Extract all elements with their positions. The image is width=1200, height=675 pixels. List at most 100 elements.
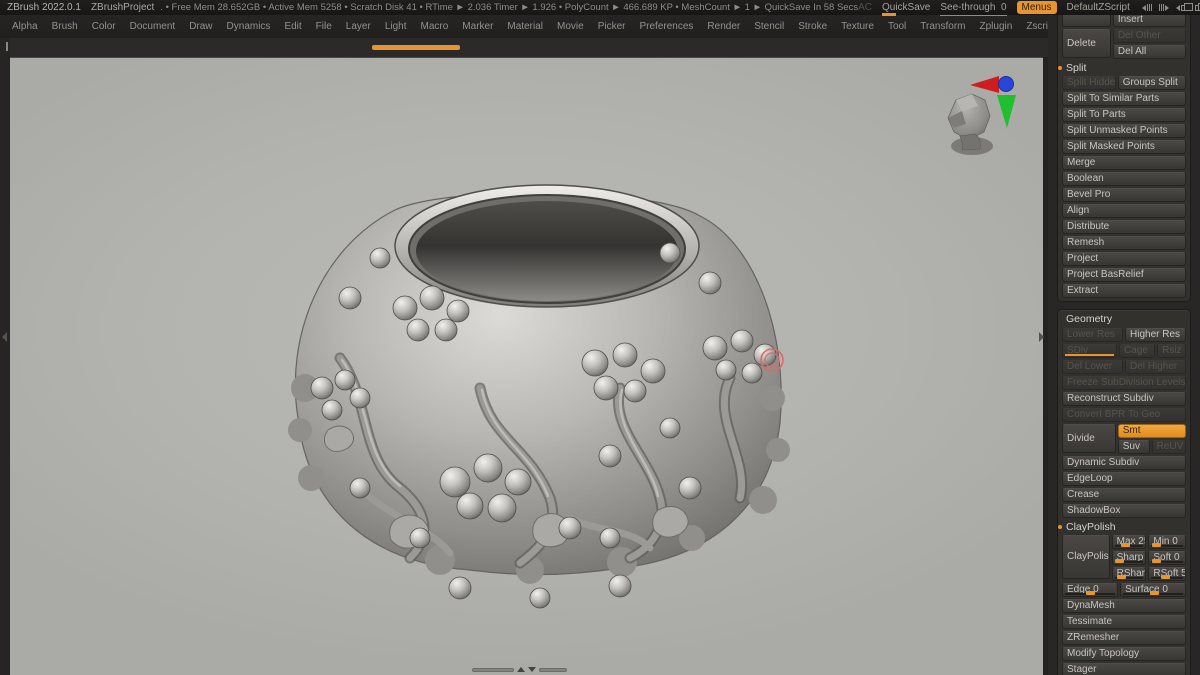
menu-item[interactable]: File — [316, 21, 332, 32]
claypolish-max-slider[interactable]: Max 25 — [1111, 535, 1147, 549]
claypolish-button[interactable]: ClayPolish — [1062, 535, 1110, 579]
geometry-section-item[interactable]: EdgeLoop — [1062, 472, 1186, 486]
menu-item[interactable]: Render — [707, 21, 740, 32]
lower-res-button: Lower Res — [1062, 328, 1123, 342]
subtool-section-item[interactable]: Project — [1062, 252, 1186, 266]
del-all-button[interactable]: Del All — [1112, 45, 1186, 59]
subtool-section-item[interactable]: Distribute — [1062, 220, 1186, 234]
default-zscript-button[interactable]: DefaultZScript — [1067, 2, 1130, 13]
geometry-palette: Geometry Lower Res Higher Res SDiv Cage … — [1057, 309, 1191, 675]
menu-item[interactable]: Draw — [189, 21, 212, 32]
menubar: Alpha Brush Color Document Draw Dynamics Edit F… — [0, 15, 1091, 38]
right-tray-toggle-icon[interactable] — [1039, 332, 1044, 342]
menu-item[interactable]: Color — [92, 21, 116, 32]
divider-up-icon[interactable] — [517, 667, 525, 672]
claypolish-section-header[interactable]: ClayPolish — [1058, 520, 1186, 533]
menus-toggle-button[interactable]: Menus — [1016, 1, 1057, 14]
delete-button[interactable]: Delete — [1062, 29, 1111, 58]
menu-item[interactable]: Movie — [557, 21, 584, 32]
reconstruct-subdiv-button[interactable]: Reconstruct Subdiv — [1062, 392, 1186, 406]
subtool-section-item[interactable]: Merge — [1062, 156, 1186, 170]
geometry-section-item[interactable]: ZRemesher — [1062, 631, 1186, 645]
geometry-section-item[interactable]: DynaMesh — [1062, 599, 1186, 613]
menu-item[interactable]: Macro — [421, 21, 449, 32]
claypolish-rsharp-slider[interactable]: RSharp — [1111, 567, 1147, 581]
subtool-section-item[interactable]: Extract — [1062, 284, 1186, 298]
divider-left-handle[interactable] — [472, 667, 514, 672]
menu-item[interactable]: Transform — [920, 21, 965, 32]
subtool-section-item[interactable]: Bevel Pro — [1062, 188, 1186, 202]
subtool-palette: Insert Delete Del Other Del All Split Sp… — [1057, 15, 1191, 302]
menu-item[interactable]: Document — [130, 21, 176, 32]
menu-item[interactable]: Picker — [598, 21, 626, 32]
claypolish-rsoft-slider[interactable]: RSoft 5 — [1148, 567, 1186, 581]
suv-toggle[interactable]: Suv — [1117, 440, 1150, 454]
menu-item[interactable]: Marker — [462, 21, 493, 32]
divider-down-icon[interactable] — [528, 667, 536, 672]
undo-history-icon[interactable] — [1141, 4, 1152, 11]
divider-right-handle[interactable] — [539, 667, 567, 672]
menu-item[interactable]: Zplugin — [980, 21, 1013, 32]
divide-button[interactable]: Divide — [1062, 424, 1116, 453]
freeze-subdivision-button: Freeze SubDivision Levels — [1062, 376, 1186, 390]
smt-toggle[interactable]: Smt — [1117, 424, 1186, 438]
del-higher-button: Del Higher — [1125, 360, 1186, 374]
edge-slider[interactable]: Edge 0 — [1062, 583, 1119, 597]
menu-item[interactable]: Light — [385, 21, 407, 32]
copy-next-icon[interactable] — [1194, 2, 1200, 11]
see-through-slider[interactable]: See-through 0 — [940, 2, 1007, 16]
left-tray-handle[interactable] — [6, 42, 8, 51]
left-tray-toggle-icon[interactable] — [2, 332, 7, 342]
geometry-header[interactable]: Geometry — [1062, 313, 1186, 326]
groups-split-button[interactable]: Groups Split — [1117, 76, 1186, 90]
subtool-section-item[interactable]: Project BasRelief — [1062, 268, 1186, 282]
menu-item[interactable]: Tool — [888, 21, 906, 32]
menu-item[interactable]: Dynamics — [227, 21, 271, 32]
menu-item[interactable]: Material — [507, 21, 543, 32]
geometry-section-item[interactable]: Tessimate — [1062, 615, 1186, 629]
menu-item[interactable]: Edit — [284, 21, 301, 32]
split-masked-points-button[interactable]: Split Masked Points — [1062, 140, 1186, 154]
geometry-section-item[interactable]: Dynamic Subdiv — [1062, 456, 1186, 470]
axis-y-arrow — [997, 95, 1016, 128]
split-section-header[interactable]: Split — [1058, 61, 1186, 74]
subtool-section-item[interactable]: Remesh — [1062, 236, 1186, 250]
split-to-parts-button[interactable]: Split To Parts — [1062, 108, 1186, 122]
geometry-section-item[interactable]: Modify Topology — [1062, 647, 1186, 661]
surface-slider[interactable]: Surface 0 — [1120, 583, 1186, 597]
canvas-bottom-divider[interactable] — [472, 667, 567, 672]
menu-item[interactable]: Brush — [52, 21, 78, 32]
cutoff-button[interactable] — [1062, 15, 1111, 27]
split-unmasked-points-button[interactable]: Split Unmasked Points — [1062, 124, 1186, 138]
subtool-section-item[interactable]: Boolean — [1062, 172, 1186, 186]
menu-item[interactable]: Preferences — [639, 21, 693, 32]
geometry-section-item[interactable]: Crease — [1062, 488, 1186, 502]
split-to-similar-parts-button[interactable]: Split To Similar Parts — [1062, 92, 1186, 106]
claypolish-soft-slider[interactable]: Soft 0 — [1148, 551, 1186, 565]
geometry-section-list-2: DynaMesh Tessimate ZRemesher Modify Topolog… — [1062, 599, 1186, 675]
menu-item[interactable]: Stencil — [754, 21, 784, 32]
redo-history-icon[interactable] — [1158, 4, 1169, 11]
menu-item[interactable]: Layer — [346, 21, 371, 32]
copy-prev-icon[interactable] — [1175, 2, 1193, 11]
menu-item[interactable]: Alpha — [12, 21, 38, 32]
geometry-section-item[interactable]: ShadowBox — [1062, 504, 1186, 518]
active-tab-indicator[interactable] — [372, 45, 460, 50]
quicksave-button[interactable]: QuickSave — [882, 2, 930, 16]
insert-button[interactable]: Insert — [1112, 15, 1186, 27]
higher-res-button[interactable]: Higher Res — [1125, 328, 1186, 342]
split-hidden-button: Split Hidden — [1062, 76, 1116, 90]
left-tray-strip — [0, 38, 10, 675]
claypolish-min-slider[interactable]: Min 0 — [1148, 535, 1186, 549]
sdiv-slider[interactable]: SDiv — [1062, 344, 1118, 358]
right-tray: Insert Delete Del Other Del All Split Sp… — [1048, 15, 1200, 675]
subtool-section-item[interactable]: Align — [1062, 204, 1186, 218]
menu-item[interactable]: Texture — [841, 21, 874, 32]
claypolish-sharp-slider[interactable]: Sharp — [1111, 551, 1147, 565]
geometry-section-item[interactable]: Stager — [1062, 663, 1186, 675]
sculpted-pot-model — [288, 184, 790, 609]
del-lower-button: Del Lower — [1062, 360, 1123, 374]
menu-item[interactable]: Stroke — [798, 21, 827, 32]
geometry-section-list: Dynamic Subdiv EdgeLoop Crease ShadowBox — [1062, 456, 1186, 518]
document-canvas[interactable] — [10, 57, 1043, 675]
